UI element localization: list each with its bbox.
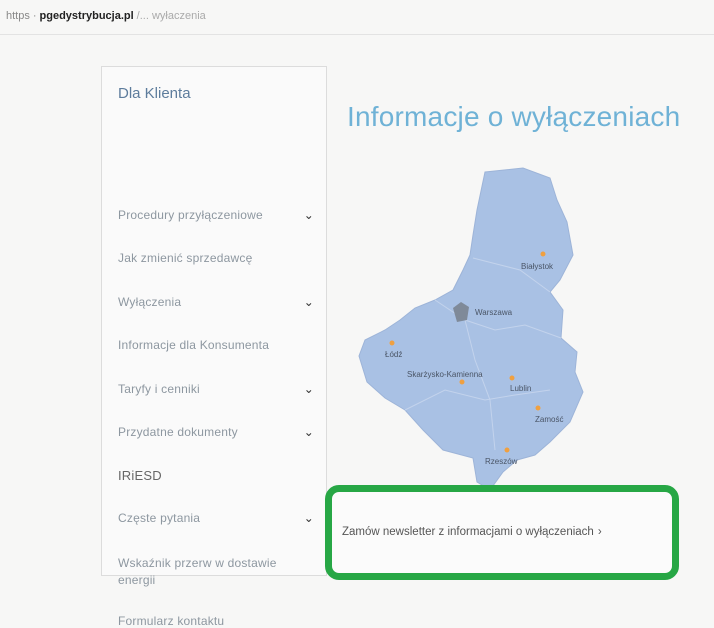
newsletter-link[interactable]: Zamów newsletter z informacjami o wyłącz… bbox=[342, 526, 602, 538]
url-protocol: https bbox=[6, 10, 30, 22]
sidebar-item-label: Wskaźnik przerw w dostawie energii bbox=[118, 556, 277, 587]
city-dot-bialystok[interactable] bbox=[540, 251, 546, 257]
sidebar-item-zmiana-sprzedawcy[interactable]: Jak zmienić sprzedawcę bbox=[118, 251, 318, 265]
city-dot-lublin[interactable] bbox=[509, 375, 515, 381]
outage-map[interactable]: Białystok Warszawa Łódź Skarżysko-Kamien… bbox=[345, 160, 585, 500]
sidebar-item-formularz[interactable]: Formularz kontaktu bbox=[118, 614, 318, 628]
sidebar-item-label: Jak zmienić sprzedawcę bbox=[118, 251, 253, 265]
sidebar-item-konsument[interactable]: Informacje dla Konsumenta bbox=[118, 338, 318, 352]
sidebar-item-dokumenty[interactable]: Przydatne dokumenty ⌄ bbox=[118, 425, 318, 439]
sidebar-item-label: Procedury przyłączeniowe bbox=[118, 208, 263, 222]
sidebar-item-faq[interactable]: Częste pytania ⌄ bbox=[118, 511, 318, 525]
city-label-zamosc: Zamość bbox=[535, 415, 563, 424]
chevron-down-icon[interactable]: ⌄ bbox=[304, 208, 314, 222]
sidebar-item-label: Przydatne dokumenty bbox=[118, 425, 238, 439]
sidebar-item-taryfy[interactable]: Taryfy i cenniki ⌄ bbox=[118, 382, 318, 396]
url-separator: · bbox=[32, 10, 37, 22]
sidebar-nav: Dla Klienta Procedury przyłączeniowe ⌄ J… bbox=[101, 66, 327, 628]
city-dot-lodz[interactable] bbox=[389, 340, 395, 346]
city-label-lublin: Lublin bbox=[510, 384, 531, 393]
chevron-down-icon[interactable]: ⌄ bbox=[304, 425, 314, 439]
newsletter-label: Zamów newsletter z informacjami o wyłącz… bbox=[342, 526, 594, 538]
city-label-lodz: Łódź bbox=[385, 350, 402, 359]
sidebar-item-label: Taryfy i cenniki bbox=[118, 382, 200, 396]
city-label-bialystok: Białystok bbox=[521, 262, 554, 271]
chevron-down-icon[interactable]: ⌄ bbox=[304, 295, 314, 309]
city-dot-skarzysko[interactable] bbox=[459, 379, 465, 385]
sidebar-item-label: IRiESD bbox=[118, 468, 162, 483]
sidebar-item-label: Wyłączenia bbox=[118, 295, 182, 309]
sidebar-item-wskaznik[interactable]: Wskaźnik przerw w dostawie energii bbox=[118, 555, 283, 589]
city-dot-rzeszow[interactable] bbox=[504, 447, 510, 453]
sidebar-item-wylaczenia[interactable]: Wyłączenia ⌄ bbox=[118, 295, 318, 309]
header-divider bbox=[0, 34, 714, 35]
chevron-down-icon[interactable]: ⌄ bbox=[304, 382, 314, 396]
city-dot-zamosc[interactable] bbox=[535, 405, 541, 411]
address-bar[interactable]: https · pgedystrybucja.pl /... wyłaczeni… bbox=[6, 6, 206, 26]
city-label-rzeszow: Rzeszów bbox=[485, 457, 518, 466]
sidebar-item-procedury[interactable]: Procedury przyłączeniowe ⌄ bbox=[118, 208, 318, 222]
sidebar-item-label: Częste pytania bbox=[118, 511, 201, 525]
url-domain: pgedystrybucja.pl bbox=[39, 10, 134, 22]
region-shape bbox=[358, 167, 584, 491]
page-title: Informacje o wyłączeniach bbox=[347, 101, 681, 132]
city-label-skarzysko: Skarżysko-Kamienna bbox=[407, 370, 483, 379]
sidebar-title: Dla Klienta bbox=[118, 85, 191, 102]
sidebar-item-iriesd[interactable]: IRiESD bbox=[118, 468, 318, 483]
chevron-right-icon: › bbox=[597, 526, 602, 538]
chevron-down-icon[interactable]: ⌄ bbox=[304, 511, 314, 525]
sidebar-item-label: Informacje dla Konsumenta bbox=[118, 338, 270, 352]
sidebar-item-label: Formularz kontaktu bbox=[118, 614, 225, 628]
url-path: /... wyłaczenia bbox=[136, 10, 206, 22]
city-label-warszawa: Warszawa bbox=[475, 308, 513, 317]
